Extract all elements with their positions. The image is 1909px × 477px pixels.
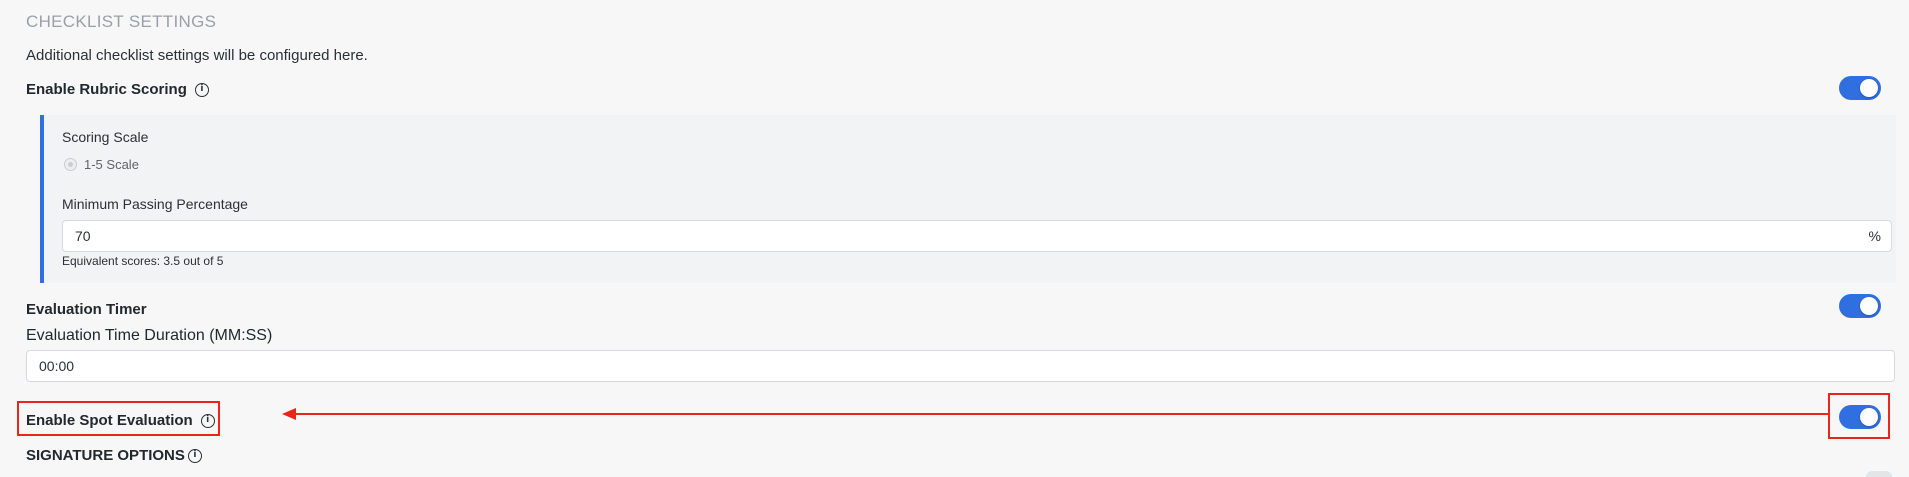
min-passing-input[interactable]: 70 %	[62, 220, 1892, 252]
signature-options-row: SIGNATURE OPTIONS i	[26, 447, 202, 464]
signature-toggle-partial[interactable]	[1866, 471, 1892, 477]
min-passing-value: 70	[75, 228, 91, 244]
toggle-knob	[1860, 408, 1878, 426]
info-icon[interactable]: i	[187, 448, 202, 463]
info-icon[interactable]: i	[200, 413, 215, 428]
spot-evaluation-toggle[interactable]	[1839, 405, 1881, 429]
scale-radio-label: 1-5 Scale	[84, 157, 139, 172]
rubric-scoring-row: Enable Rubric Scoring i	[26, 81, 209, 98]
annotation-arrow-line	[294, 413, 1828, 415]
min-passing-label: Minimum Passing Percentage	[62, 196, 248, 212]
scale-radio[interactable]	[64, 158, 77, 171]
rubric-settings-panel: Scoring Scale 1-5 Scale Minimum Passing …	[40, 115, 1896, 283]
section-description: Additional checklist settings will be co…	[26, 47, 368, 64]
toggle-knob	[1860, 79, 1878, 97]
toggle-knob	[1860, 297, 1878, 315]
rubric-scoring-label: Enable Rubric Scoring	[26, 81, 187, 98]
duration-value: 00:00	[39, 358, 75, 374]
evaluation-timer-toggle[interactable]	[1839, 294, 1881, 318]
rubric-scoring-toggle[interactable]	[1839, 76, 1881, 100]
scoring-scale-label: Scoring Scale	[62, 129, 149, 145]
equivalent-scores-text: Equivalent scores: 3.5 out of 5	[62, 254, 224, 268]
section-title: CHECKLIST SETTINGS	[26, 12, 217, 31]
signature-options-label: SIGNATURE OPTIONS	[26, 447, 185, 464]
spot-evaluation-row: Enable Spot Evaluation i	[26, 412, 215, 429]
info-icon[interactable]: i	[194, 82, 209, 97]
evaluation-timer-label: Evaluation Timer	[26, 301, 147, 318]
evaluation-timer-row: Evaluation Timer	[26, 301, 147, 318]
duration-label: Evaluation Time Duration (MM:SS)	[26, 327, 273, 344]
percent-suffix: %	[1868, 228, 1881, 244]
duration-input[interactable]: 00:00	[26, 350, 1895, 382]
spot-evaluation-label: Enable Spot Evaluation	[26, 412, 193, 429]
